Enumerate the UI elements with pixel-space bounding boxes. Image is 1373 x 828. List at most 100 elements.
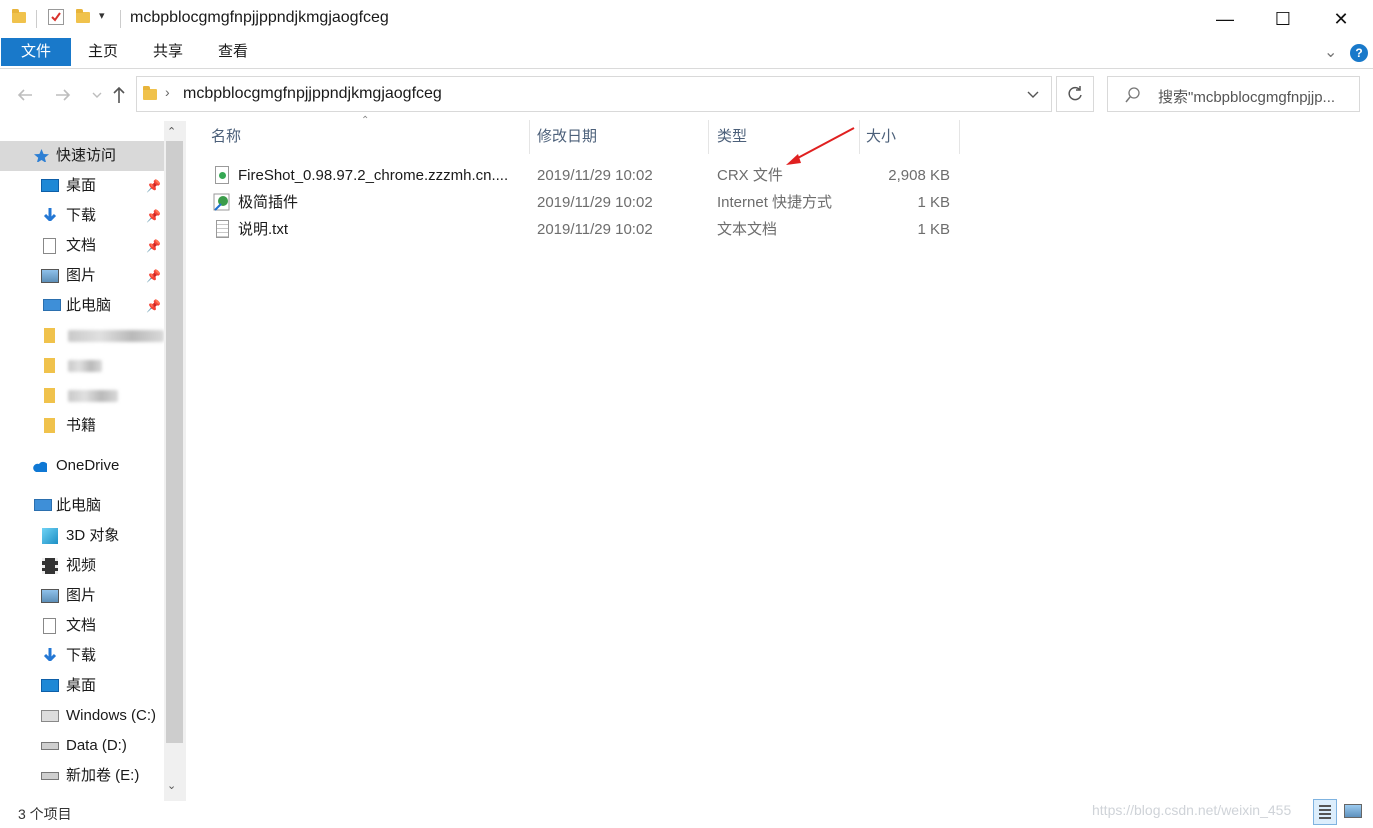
breadcrumb-current-folder[interactable]: mcbpblocgmgfnpjjppndjkmgjaogfceg xyxy=(183,85,442,103)
search-box[interactable]: 搜索"mcbpblocgmgfnpjjp... xyxy=(1107,76,1360,112)
redacted-label xyxy=(68,330,164,342)
nav-item-desktop[interactable]: 桌面 📌 xyxy=(0,171,164,201)
scroll-up-icon[interactable]: ⌃ xyxy=(167,125,176,138)
properties-quick-access-icon[interactable] xyxy=(48,9,64,25)
nav-item-3d-objects[interactable]: 3D 对象 xyxy=(0,521,164,551)
desktop-icon xyxy=(41,679,59,692)
up-button[interactable] xyxy=(106,82,132,108)
nav-item-drive-c[interactable]: Windows (C:) xyxy=(0,701,164,731)
title-bar: ▾ mcbpblocgmgfnpjjppndjkmgjaogfceg — ☐ ✕ xyxy=(0,0,1373,38)
nav-item-this-pc-pinned[interactable]: 此电脑 📌 xyxy=(0,291,164,321)
pin-icon[interactable]: 📌 xyxy=(146,261,161,291)
help-icon[interactable]: ? xyxy=(1350,44,1368,62)
nav-item-folder-redacted[interactable] xyxy=(0,381,164,411)
up-arrow-icon xyxy=(113,86,125,103)
nav-label: OneDrive xyxy=(56,457,120,474)
forward-button[interactable] xyxy=(50,82,76,108)
internet-shortcut-icon xyxy=(213,193,230,211)
file-name: 极简插件 xyxy=(238,194,299,211)
nav-item-books[interactable]: 书籍 xyxy=(0,411,164,441)
file-modified: 2019/11/29 10:02 xyxy=(537,167,653,184)
ribbon-expand-icon[interactable]: ⌄ xyxy=(1324,42,1337,62)
nav-label: 图片 xyxy=(66,267,97,284)
text-file-icon xyxy=(216,220,229,238)
nav-item-downloads[interactable]: 下载 📌 xyxy=(0,201,164,231)
column-divider[interactable] xyxy=(708,120,709,154)
download-arrow-icon xyxy=(43,648,57,661)
large-icons-view-button[interactable] xyxy=(1344,804,1362,818)
pin-icon[interactable]: 📌 xyxy=(146,231,161,261)
folder-icon xyxy=(12,9,28,30)
file-type: CRX 文件 xyxy=(717,167,783,184)
maximize-button[interactable]: ☐ xyxy=(1254,0,1312,38)
back-button[interactable] xyxy=(12,82,38,108)
nav-item-folder-redacted[interactable] xyxy=(0,351,164,381)
folder-icon xyxy=(44,388,55,403)
nav-onedrive[interactable]: OneDrive xyxy=(0,451,164,481)
nav-label: 此电脑 xyxy=(56,497,102,514)
file-modified: 2019/11/29 10:02 xyxy=(537,194,653,211)
file-type: Internet 快捷方式 xyxy=(717,194,833,211)
file-row[interactable]: 极简插件 2019/11/29 10:02 Internet 快捷方式 1 KB xyxy=(200,189,960,216)
column-divider[interactable] xyxy=(959,120,960,154)
nav-quick-access[interactable]: 快速访问 xyxy=(0,141,164,171)
nav-item-documents-pc[interactable]: 文档 xyxy=(0,611,164,641)
details-view-button[interactable] xyxy=(1313,799,1337,825)
desktop-icon xyxy=(41,179,59,192)
item-count: 3 个项目 xyxy=(18,806,72,822)
pictures-icon xyxy=(41,589,59,603)
tab-home[interactable]: 主页 xyxy=(74,38,132,66)
column-divider[interactable] xyxy=(529,120,530,154)
file-row[interactable]: 说明.txt 2019/11/29 10:02 文本文档 1 KB xyxy=(200,216,960,243)
nav-item-pictures[interactable]: 图片 📌 xyxy=(0,261,164,291)
column-header-size[interactable]: 大小 xyxy=(866,120,896,154)
back-arrow-icon xyxy=(17,89,32,101)
nav-item-downloads-pc[interactable]: 下载 xyxy=(0,641,164,671)
watermark-text: https://blog.csdn.net/weixin_455 xyxy=(1092,802,1292,818)
hard-drive-icon xyxy=(41,742,59,750)
nav-item-folder-redacted[interactable] xyxy=(0,321,164,351)
scroll-down-icon[interactable]: ⌄ xyxy=(167,779,176,792)
breadcrumb-chevron-icon[interactable]: › xyxy=(165,84,170,100)
customize-quick-access-icon[interactable]: ▾ xyxy=(99,9,105,22)
nav-label: 文档 xyxy=(66,617,97,634)
cube-icon xyxy=(42,528,58,544)
tab-view[interactable]: 查看 xyxy=(203,38,263,66)
pin-icon[interactable]: 📌 xyxy=(146,171,161,201)
pin-icon[interactable]: 📌 xyxy=(146,201,161,231)
nav-scrollbar-thumb[interactable] xyxy=(166,141,183,743)
nav-item-drive-e[interactable]: 新加卷 (E:) xyxy=(0,761,164,791)
column-header-name[interactable]: 名称 xyxy=(211,120,241,154)
nav-label: 书籍 xyxy=(66,417,97,434)
file-modified: 2019/11/29 10:02 xyxy=(537,221,653,238)
file-size: 1 KB xyxy=(917,194,950,211)
document-icon xyxy=(43,238,56,254)
minimize-button[interactable]: — xyxy=(1196,0,1254,38)
address-dropdown-icon[interactable] xyxy=(1025,83,1041,110)
tab-file[interactable]: 文件 xyxy=(1,38,71,66)
computer-icon xyxy=(43,299,61,311)
nav-label: 下载 xyxy=(66,647,97,664)
film-icon xyxy=(42,558,58,574)
nav-label: 图片 xyxy=(66,587,97,604)
hard-drive-icon xyxy=(41,772,59,780)
tab-share[interactable]: 共享 xyxy=(138,38,198,66)
column-header-type[interactable]: 类型 xyxy=(717,120,747,154)
close-button[interactable]: ✕ xyxy=(1312,0,1370,38)
nav-item-desktop-pc[interactable]: 桌面 xyxy=(0,671,164,701)
pin-icon[interactable]: 📌 xyxy=(146,291,161,321)
nav-item-pictures-pc[interactable]: 图片 xyxy=(0,581,164,611)
details-view-icon xyxy=(1319,805,1331,807)
file-name: FireShot_0.98.97.2_chrome.zzzmh.cn.... xyxy=(238,167,509,184)
nav-item-documents[interactable]: 文档 📌 xyxy=(0,231,164,261)
folder-icon xyxy=(44,328,55,343)
nav-item-drive-d[interactable]: Data (D:) xyxy=(0,731,164,761)
address-bar[interactable]: › mcbpblocgmgfnpjjppndjkmgjaogfceg xyxy=(136,76,1052,112)
column-header-modified[interactable]: 修改日期 xyxy=(537,120,597,154)
nav-this-pc[interactable]: 此电脑 xyxy=(0,491,164,521)
refresh-button[interactable] xyxy=(1056,76,1094,112)
nav-item-videos[interactable]: 视频 xyxy=(0,551,164,581)
chevron-down-icon xyxy=(92,92,102,98)
file-size: 2,908 KB xyxy=(888,167,950,184)
new-folder-quick-access-icon[interactable] xyxy=(76,9,92,30)
